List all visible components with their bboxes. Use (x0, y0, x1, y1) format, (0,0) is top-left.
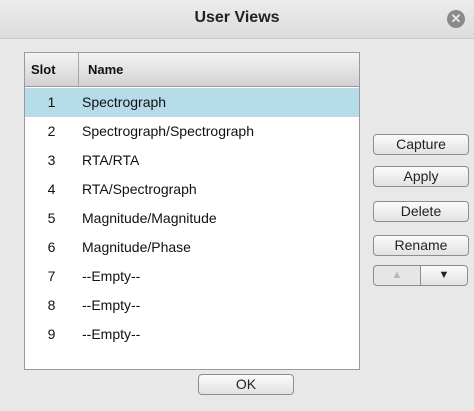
delete-button[interactable]: Delete (373, 201, 469, 222)
slot-number: 3 (47, 152, 56, 168)
column-divider (78, 53, 79, 86)
table-header: Slot Name (25, 53, 359, 87)
title-bar: User Views ✕ (0, 0, 474, 39)
slot-number: 2 (47, 123, 56, 139)
column-header-slot[interactable]: Slot (31, 62, 56, 77)
table-row[interactable]: 1 Spectrograph (25, 88, 359, 117)
table-row[interactable]: 9 --Empty-- (25, 320, 359, 349)
view-name: --Empty-- (82, 268, 141, 284)
slot-number: 6 (47, 239, 56, 255)
view-name: --Empty-- (82, 297, 141, 313)
move-buttons: ▲ ▼ (373, 265, 469, 286)
slot-number: 8 (47, 297, 56, 313)
slot-number: 1 (47, 94, 56, 110)
table-row[interactable]: 5 Magnitude/Magnitude (25, 204, 359, 233)
slot-number: 7 (47, 268, 56, 284)
move-down-button[interactable]: ▼ (420, 265, 468, 286)
table-row[interactable]: 4 RTA/Spectrograph (25, 175, 359, 204)
table-row[interactable]: 2 Spectrograph/Spectrograph (25, 117, 359, 146)
table-row[interactable]: 7 --Empty-- (25, 262, 359, 291)
view-name: Spectrograph/Spectrograph (82, 123, 254, 139)
capture-button[interactable]: Capture (373, 134, 469, 155)
view-name: Magnitude/Magnitude (82, 210, 217, 226)
views-table: Slot Name 1 Spectrograph 2 Spectrograph/… (24, 52, 360, 370)
user-views-dialog: User Views ✕ Slot Name 1 Spectrograph 2 … (0, 0, 474, 411)
table-row[interactable]: 3 RTA/RTA (25, 146, 359, 175)
rename-button[interactable]: Rename (373, 235, 469, 256)
view-name: RTA/RTA (82, 152, 140, 168)
table-row[interactable]: 6 Magnitude/Phase (25, 233, 359, 262)
table-row[interactable]: 8 --Empty-- (25, 291, 359, 320)
move-up-button[interactable]: ▲ (373, 265, 421, 286)
slot-number: 5 (47, 210, 56, 226)
view-name: Spectrograph (82, 94, 167, 110)
view-name: RTA/Spectrograph (82, 181, 197, 197)
column-header-name[interactable]: Name (88, 62, 123, 77)
ok-button[interactable]: OK (198, 374, 294, 395)
dialog-title: User Views (194, 9, 280, 26)
close-icon[interactable]: ✕ (447, 10, 465, 28)
view-name: Magnitude/Phase (82, 239, 191, 255)
slot-number: 9 (47, 326, 56, 342)
apply-button[interactable]: Apply (373, 166, 469, 187)
view-name: --Empty-- (82, 326, 141, 342)
slot-number: 4 (47, 181, 56, 197)
